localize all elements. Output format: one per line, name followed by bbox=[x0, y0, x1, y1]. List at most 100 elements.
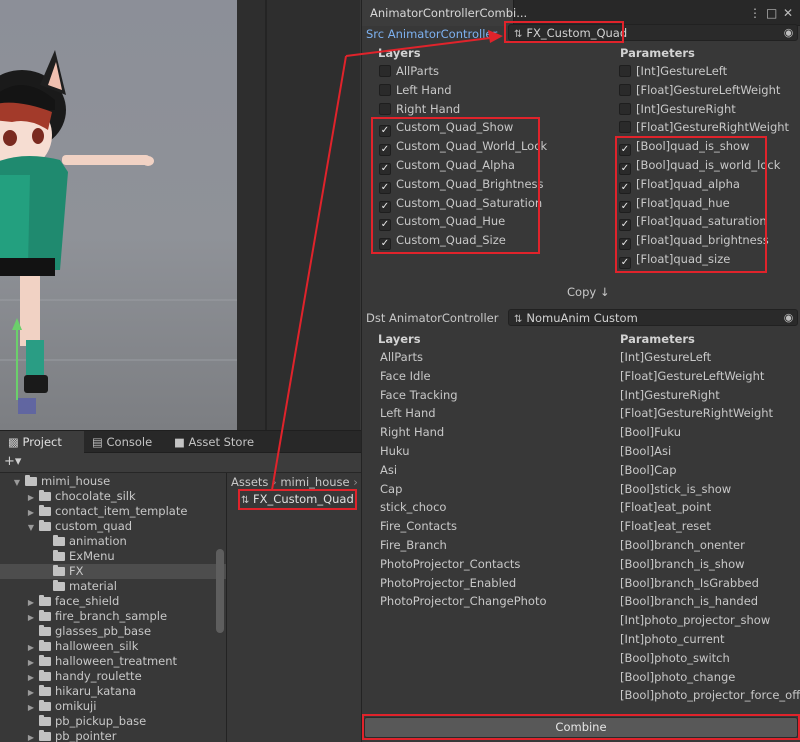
src-controller-value: FX_Custom_Quad bbox=[526, 26, 628, 40]
expand-right-icon[interactable]: ▶ bbox=[26, 640, 36, 655]
checkbox[interactable]: ✓ bbox=[379, 200, 391, 213]
tree-item[interactable]: FX bbox=[0, 564, 226, 579]
breadcrumb-assets[interactable]: Assets bbox=[231, 475, 268, 489]
scene-view[interactable] bbox=[0, 0, 237, 430]
src-param-row[interactable]: [Float]GestureLeftWeight bbox=[619, 81, 799, 100]
tree-item[interactable]: ▶ fire_branch_sample bbox=[0, 609, 226, 624]
expand-right-icon[interactable]: ▶ bbox=[26, 610, 36, 625]
src-layer-row[interactable]: Right Hand bbox=[379, 100, 579, 119]
tree-item[interactable]: ▶ omikuji bbox=[0, 699, 226, 714]
tree-item[interactable]: ▼ mimi_house bbox=[0, 474, 226, 489]
checkbox[interactable] bbox=[619, 102, 631, 115]
tree-item[interactable]: ▶ halloween_silk bbox=[0, 639, 226, 654]
checkbox[interactable] bbox=[619, 65, 631, 77]
dst-controller-field[interactable]: ⇅ NomuAnim Custom ◉ bbox=[508, 309, 798, 326]
expand-right-icon[interactable]: ▶ bbox=[26, 595, 36, 610]
tab-asset-store[interactable]: ■ Asset Store bbox=[166, 431, 266, 453]
src-controller-field[interactable]: ⇅ FX_Custom_Quad ◉ bbox=[508, 24, 798, 41]
src-layer-row[interactable]: ✓ Custom_Quad_Size bbox=[379, 231, 579, 251]
src-param-row[interactable]: ✓ [Float]quad_alpha bbox=[619, 175, 799, 194]
src-param-row[interactable]: [Float]GestureRightWeight bbox=[619, 118, 799, 137]
src-param-row[interactable]: ✓ [Float]quad_saturation bbox=[619, 212, 799, 232]
tree-item[interactable]: pb_pickup_base bbox=[0, 714, 226, 729]
tree-item[interactable]: ▶ chocolate_silk bbox=[0, 489, 226, 504]
asset-fx-custom-quad[interactable]: ⇅ FX_Custom_Quad bbox=[241, 492, 355, 508]
tree-item[interactable]: ▶ halloween_treatment bbox=[0, 654, 226, 669]
src-layer-row[interactable]: Left Hand bbox=[379, 81, 579, 100]
checkbox[interactable]: ✓ bbox=[379, 144, 391, 157]
expand-right-icon[interactable]: ▶ bbox=[26, 730, 36, 742]
src-param-row[interactable]: ✓ [Float]quad_hue bbox=[619, 194, 799, 213]
expand-right-icon[interactable]: ▶ bbox=[26, 655, 36, 670]
checkbox[interactable] bbox=[619, 83, 631, 96]
src-param-row[interactable]: ✓ [Float]quad_brightness bbox=[619, 231, 799, 251]
checkbox[interactable]: ✓ bbox=[379, 181, 391, 194]
src-layer-row[interactable]: ✓ Custom_Quad_World_Lock bbox=[379, 137, 579, 157]
folder-icon bbox=[25, 475, 37, 486]
tree-item[interactable]: material bbox=[0, 579, 226, 594]
expand-right-icon[interactable]: ▶ bbox=[26, 670, 36, 685]
object-picker-icon[interactable]: ◉ bbox=[780, 25, 797, 42]
tab-console[interactable]: ▤ Console bbox=[84, 431, 166, 453]
src-layer-row[interactable]: ✓ Custom_Quad_Brightness bbox=[379, 175, 579, 194]
checkbox[interactable] bbox=[619, 121, 631, 134]
checkbox[interactable] bbox=[379, 65, 391, 77]
checkbox[interactable]: ✓ bbox=[619, 256, 631, 269]
tab-project[interactable]: ▩ Project bbox=[0, 431, 84, 453]
tree-item[interactable]: ▶ contact_item_template bbox=[0, 504, 226, 519]
combine-button[interactable]: Combine bbox=[364, 717, 798, 738]
checkbox[interactable]: ✓ bbox=[619, 144, 631, 157]
folder-icon bbox=[39, 490, 51, 501]
checkbox[interactable]: ✓ bbox=[379, 162, 391, 175]
project-folder-tree[interactable]: ▼ mimi_house ▶ chocolate_silk ▶ contact_item_… bbox=[0, 473, 226, 742]
src-param-row[interactable]: ✓ [Float]quad_size bbox=[619, 250, 799, 269]
src-layer-row[interactable]: ✓ Custom_Quad_Hue bbox=[379, 212, 579, 232]
add-asset-button[interactable]: +▾ bbox=[4, 454, 21, 469]
expand-right-icon[interactable]: ▶ bbox=[26, 505, 36, 520]
tree-item[interactable]: ExMenu bbox=[0, 549, 226, 564]
checkbox[interactable]: ✓ bbox=[619, 162, 631, 175]
expand-right-icon[interactable]: ▶ bbox=[26, 700, 36, 715]
tree-item[interactable]: ▶ handy_roulette bbox=[0, 669, 226, 684]
tree-item[interactable]: ▶ hikaru_katana bbox=[0, 684, 226, 699]
checkbox[interactable]: ✓ bbox=[379, 238, 391, 251]
src-layer-row[interactable]: ✓ Custom_Quad_Saturation bbox=[379, 194, 579, 213]
src-param-row[interactable]: ✓ [Bool]quad_is_show bbox=[619, 137, 799, 157]
src-layer-row[interactable]: ✓ Custom_Quad_Show bbox=[379, 118, 579, 138]
src-controller-label: Src AnimatorController bbox=[366, 27, 498, 41]
src-param-row[interactable]: [Int]GestureLeft bbox=[619, 62, 799, 81]
src-layer-label: Custom_Quad_Alpha bbox=[396, 157, 515, 172]
checkbox[interactable]: ✓ bbox=[619, 200, 631, 213]
more-menu-icon[interactable]: ⋮ bbox=[749, 6, 761, 20]
checkbox[interactable]: ✓ bbox=[379, 125, 391, 138]
close-icon[interactable]: ✕ bbox=[783, 6, 793, 20]
tree-item[interactable]: ▼ custom_quad bbox=[0, 519, 226, 534]
src-param-row[interactable]: [Int]GestureRight bbox=[619, 100, 799, 119]
maximize-icon[interactable]: □ bbox=[766, 6, 777, 20]
tree-item[interactable]: animation bbox=[0, 534, 226, 549]
expand-right-icon[interactable]: ▶ bbox=[26, 685, 36, 700]
breadcrumb-mimi-house[interactable]: mimi_house bbox=[280, 475, 349, 489]
copy-button[interactable]: Copy ↓ bbox=[567, 285, 609, 299]
expand-right-icon[interactable]: ▶ bbox=[26, 490, 36, 505]
window-tab-title: AnimatorControllerCombi... bbox=[370, 6, 528, 20]
src-layer-row[interactable]: ✓ Custom_Quad_Alpha bbox=[379, 156, 579, 175]
checkbox[interactable] bbox=[379, 83, 391, 96]
checkbox[interactable]: ✓ bbox=[379, 219, 391, 232]
checkbox[interactable]: ✓ bbox=[619, 238, 631, 251]
tree-item[interactable]: ▶ face_shield bbox=[0, 594, 226, 609]
expand-down-icon[interactable]: ▼ bbox=[26, 520, 36, 535]
checkbox[interactable]: ✓ bbox=[619, 181, 631, 194]
object-picker-icon[interactable]: ◉ bbox=[780, 310, 797, 327]
dst-layers-list: AllParts Face Idle Face Tracking Left Hand R… bbox=[380, 348, 610, 611]
src-param-row[interactable]: ✓ [Bool]quad_is_world_lock bbox=[619, 156, 799, 175]
checkbox[interactable] bbox=[379, 102, 391, 115]
window-tab[interactable]: AnimatorControllerCombi... bbox=[362, 0, 527, 26]
tree-scrollbar[interactable] bbox=[216, 549, 224, 633]
src-layer-row[interactable]: AllParts bbox=[379, 62, 579, 81]
tree-item[interactable]: glasses_pb_base bbox=[0, 624, 226, 639]
checkbox[interactable]: ✓ bbox=[619, 219, 631, 232]
src-param-label: [Bool]quad_is_world_lock bbox=[636, 157, 781, 172]
expand-down-icon[interactable]: ▼ bbox=[12, 475, 22, 490]
tree-item[interactable]: ▶ pb_pointer bbox=[0, 729, 226, 742]
